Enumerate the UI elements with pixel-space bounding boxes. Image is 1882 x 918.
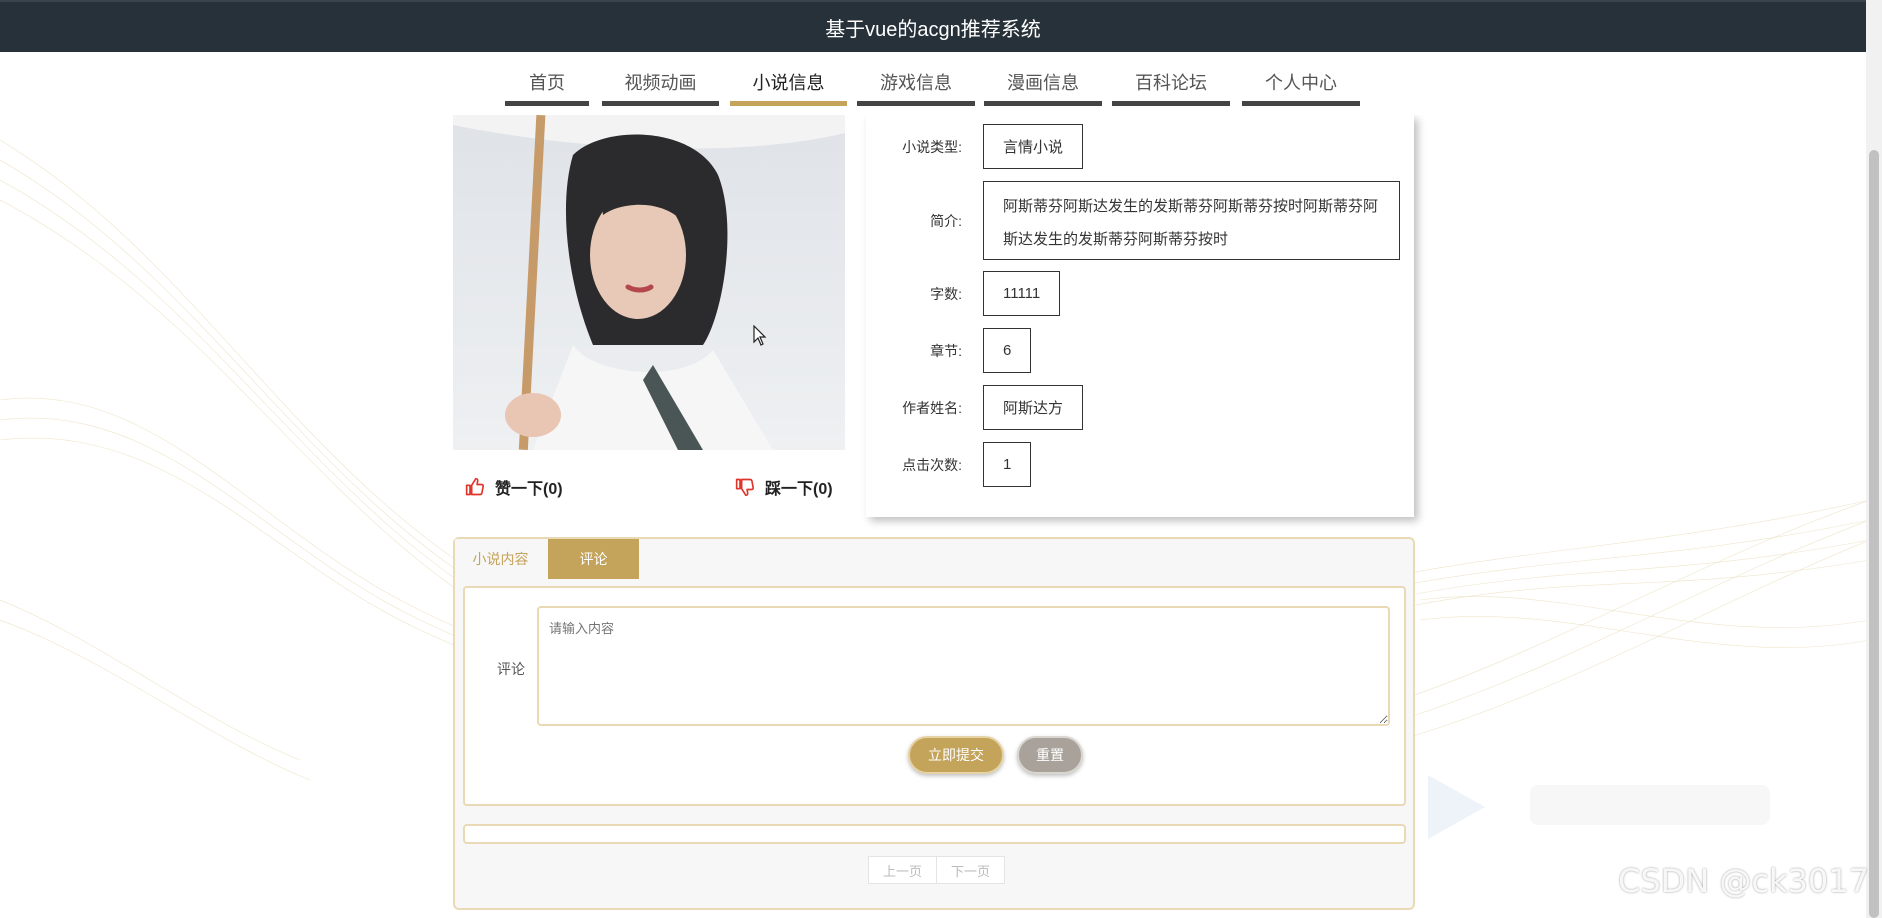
app-header: 基于vue的acgn推荐系统	[0, 0, 1866, 52]
like-label: 赞一下(0)	[495, 481, 563, 498]
nav-video-animation[interactable]: 视频动画	[602, 52, 719, 106]
author-value: 阿斯达方	[983, 385, 1084, 430]
comment-form: 评论 立即提交 重置	[463, 586, 1406, 806]
novel-detail-panel: 小说类型: 言情小说 简介: 阿斯蒂芬阿斯达发生的发斯蒂芬阿斯蒂芬按时阿斯蒂芬阿…	[866, 115, 1414, 517]
tab-comment[interactable]: 评论	[548, 539, 639, 579]
nav-personal-center[interactable]: 个人中心	[1242, 52, 1360, 106]
thumbs-down-icon	[735, 478, 755, 497]
intro-value: 阿斯蒂芬阿斯达发生的发斯蒂芬阿斯蒂芬按时阿斯蒂芬阿斯达发生的发斯蒂芬阿斯蒂芬按时	[983, 181, 1400, 260]
word-count-label: 字数:	[930, 286, 962, 302]
author-label: 作者姓名:	[902, 400, 962, 416]
cover-image	[453, 115, 845, 450]
intro-label: 简介:	[930, 213, 962, 229]
vote-row: 赞一下(0) 踩一下(0)	[453, 475, 845, 513]
clicks-value: 1	[983, 442, 1032, 487]
dislike-label: 踩一下(0)	[765, 481, 833, 498]
dislike-button[interactable]: 踩一下(0)	[735, 475, 833, 499]
comment-textarea[interactable]	[537, 606, 1390, 726]
reset-button[interactable]: 重置	[1017, 736, 1083, 774]
chapters-value: 6	[983, 328, 1032, 373]
nav-comic-info[interactable]: 漫画信息	[984, 52, 1102, 106]
nav-encyclopedia-forum[interactable]: 百科论坛	[1112, 52, 1230, 106]
submit-button[interactable]: 立即提交	[908, 736, 1004, 774]
comment-label: 评论	[497, 661, 525, 677]
nav-game-info[interactable]: 游戏信息	[857, 52, 975, 106]
app-title: 基于vue的acgn推荐系统	[825, 18, 1041, 41]
watermark-logo	[1428, 775, 1770, 839]
nav-home[interactable]: 首页	[505, 52, 589, 106]
comment-list	[463, 824, 1406, 844]
tab-novel-content[interactable]: 小说内容	[455, 539, 546, 579]
scrollbar-thumb[interactable]	[1869, 150, 1879, 918]
like-button[interactable]: 赞一下(0)	[465, 475, 563, 499]
chapters-label: 章节:	[930, 343, 962, 359]
nav-novel-info[interactable]: 小说信息	[730, 52, 847, 106]
type-value: 言情小说	[983, 124, 1084, 169]
type-label: 小说类型:	[902, 139, 962, 155]
next-page-button[interactable]: 下一页	[937, 856, 1006, 884]
page-scrollbar[interactable]	[1866, 0, 1882, 918]
prev-page-button[interactable]: 上一页	[868, 856, 938, 884]
mouse-cursor-icon	[753, 325, 767, 346]
csdn-watermark: CSDN @ck3017	[1618, 862, 1869, 900]
main-nav: 首页 视频动画 小说信息 游戏信息 漫画信息 百科论坛 个人中心	[0, 52, 1866, 115]
pagination: 上一页 下一页	[868, 856, 1006, 884]
clicks-label: 点击次数:	[902, 457, 962, 473]
novel-tabs: 小说内容 评论 评论 立即提交 重置 上一页 下一页	[453, 537, 1415, 910]
word-count-value: 11111	[983, 271, 1061, 316]
thumbs-up-icon	[465, 477, 485, 496]
